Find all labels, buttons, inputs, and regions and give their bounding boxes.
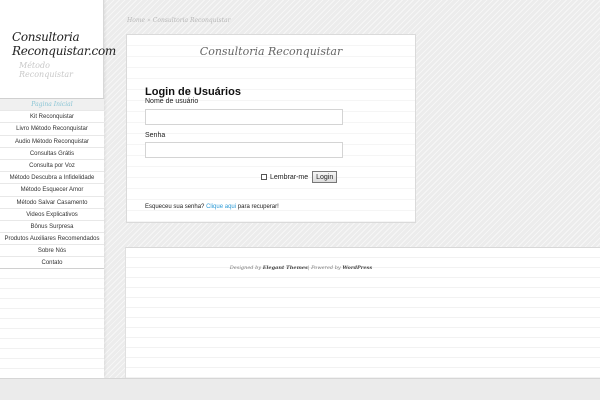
remember-label: Lembrar-me [270, 173, 309, 181]
password-label: Senha [145, 132, 166, 139]
breadcrumb: Home» Consultoria Reconquistar [127, 17, 230, 24]
sidebar-filler [0, 268, 104, 378]
footer-theme-link[interactable]: Elegant Themes [263, 265, 308, 271]
password-input[interactable] [145, 142, 343, 158]
page-title: Consultoria Reconquistar [199, 45, 343, 58]
sidebar-item-livro[interactable]: Livro Método Reconquistar [0, 123, 104, 136]
footer-separator: | [307, 265, 310, 271]
sidebar-item-esquecer-amor[interactable]: Método Esquecer Amor [0, 184, 104, 197]
breadcrumb-home-link[interactable]: Home [127, 17, 145, 24]
footer-powered-by: Powered by [311, 265, 341, 271]
breadcrumb-current: Consultoria Reconquistar [152, 17, 231, 24]
remember-checkbox[interactable] [261, 174, 267, 180]
sidebar-nav: Pagina Inicial Kit Reconquistar Livro Mé… [0, 98, 104, 270]
forgot-password-text: Esqueceu sua senha? Clique aqui para rec… [145, 204, 279, 210]
sidebar-item-consultas-gratis[interactable]: Consultas Grátis [0, 147, 104, 160]
footer: Designed by Elegant Themes| Powered by W… [125, 247, 600, 378]
sidebar-item-consulta-voz[interactable]: Consulta por Voz [0, 159, 104, 173]
logo-line-2: Reconquistar.com [12, 44, 116, 58]
sidebar-item-produtos[interactable]: Produtos Auxiliares Recomendados [0, 233, 104, 246]
login-heading: Login de Usuários [145, 86, 241, 98]
remember-row: Lembrar-me Login [261, 171, 338, 183]
site-logo[interactable]: Consultoria Reconquistar.com [12, 30, 116, 58]
sidebar-item-salvar-casamento[interactable]: Método Salvar Casamento [0, 196, 104, 209]
sidebar: Consultoria Reconquistar.com Método Reco… [0, 0, 116, 378]
sidebar-item-sobre[interactable]: Sobre Nós [0, 245, 104, 258]
sidebar-item-videos[interactable]: Videos Explicativos [0, 208, 104, 221]
username-input[interactable] [145, 109, 343, 125]
forgot-password-link[interactable]: Clique aqui [206, 204, 236, 210]
page-bottom-bar [0, 378, 600, 400]
forgot-prefix: Esqueceu sua senha? [145, 204, 205, 210]
breadcrumb-separator: » [147, 17, 151, 24]
footer-credit: Designed by Elegant Themes| Powered by W… [126, 265, 476, 271]
login-button[interactable]: Login [312, 171, 338, 183]
sidebar-item-kit-reconquistar[interactable]: Kit Reconquistar [0, 111, 104, 124]
login-panel: Consultoria Reconquistar Login de Usuári… [126, 34, 416, 223]
forgot-suffix: para recuperar! [237, 204, 279, 210]
username-label: Nome de usuário [145, 98, 199, 105]
sidebar-item-audio[interactable]: Audio Método Reconquistar [0, 135, 104, 148]
sidebar-item-pagina-inicial[interactable]: Pagina Inicial [0, 99, 104, 112]
site-tagline: Método Reconquistar [19, 61, 73, 79]
sidebar-item-bonus[interactable]: Bônus Surpresa [0, 220, 104, 234]
footer-platform-link[interactable]: WordPress [342, 265, 372, 271]
footer-designed-by: Designed by [229, 265, 262, 271]
sidebar-item-infidelidade[interactable]: Método Descubra a Infidelidade [0, 172, 104, 185]
logo-line-1: Consultoria [12, 30, 80, 44]
